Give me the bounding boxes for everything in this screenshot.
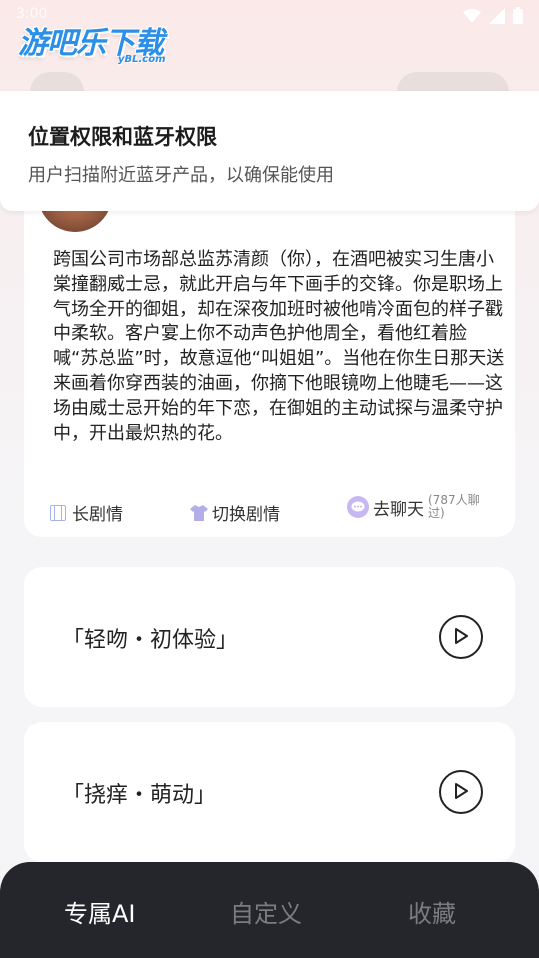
wifi-icon — [463, 8, 481, 23]
scene-card[interactable]: 「轻吻・初体验」 — [24, 567, 515, 707]
chat-bubble-icon — [347, 496, 369, 518]
tab-favorites[interactable]: 收藏 — [408, 894, 456, 929]
film-icon — [50, 504, 66, 521]
story-actions: 长剧情 切换剧情 去聊天 (787人聊过) — [48, 494, 508, 526]
tab-exclusive-ai[interactable]: 专属AI — [64, 894, 136, 929]
tab-custom[interactable]: 自定义 — [230, 894, 302, 929]
switch-plot-button[interactable]: 切换剧情 — [190, 500, 280, 525]
play-icon — [455, 628, 468, 644]
play-button[interactable] — [439, 615, 483, 659]
scene-title: 「挠痒・萌动」 — [62, 783, 217, 808]
permission-description: 用户扫描附近蓝牙产品，以确保能使用 — [28, 165, 334, 186]
bottom-nav: 专属AI 自定义 收藏 — [0, 862, 539, 958]
site-logo: 游吧乐下载 yBL.com — [18, 18, 166, 65]
play-icon — [455, 783, 468, 799]
chat-button[interactable]: 去聊天 (787人聊过) — [347, 494, 492, 520]
chat-label: 去聊天 — [373, 499, 424, 520]
story-description: 跨国公司市场部总监苏清颜（你），在酒吧被实习生唐小棠撞翻威士忌，就此开启与年下画… — [53, 249, 505, 444]
chat-count: (787人聊过) — [428, 493, 480, 520]
play-button[interactable] — [439, 770, 483, 814]
permission-banner: 位置权限和蓝牙权限 用户扫描附近蓝牙产品，以确保能使用 — [0, 91, 539, 211]
long-plot-button[interactable]: 长剧情 — [50, 500, 123, 525]
permission-title: 位置权限和蓝牙权限 — [28, 125, 217, 149]
battery-icon — [513, 7, 523, 24]
signal-icon — [489, 7, 505, 24]
logo-sub-text: yBL.com — [118, 54, 166, 65]
scene-card[interactable]: 「挠痒・萌动」 — [24, 722, 515, 862]
switch-plot-label: 切换剧情 — [212, 505, 280, 525]
status-icons — [463, 7, 523, 24]
scene-title: 「轻吻・初体验」 — [62, 628, 239, 653]
shirt-icon — [190, 504, 208, 521]
long-plot-label: 长剧情 — [72, 505, 123, 525]
